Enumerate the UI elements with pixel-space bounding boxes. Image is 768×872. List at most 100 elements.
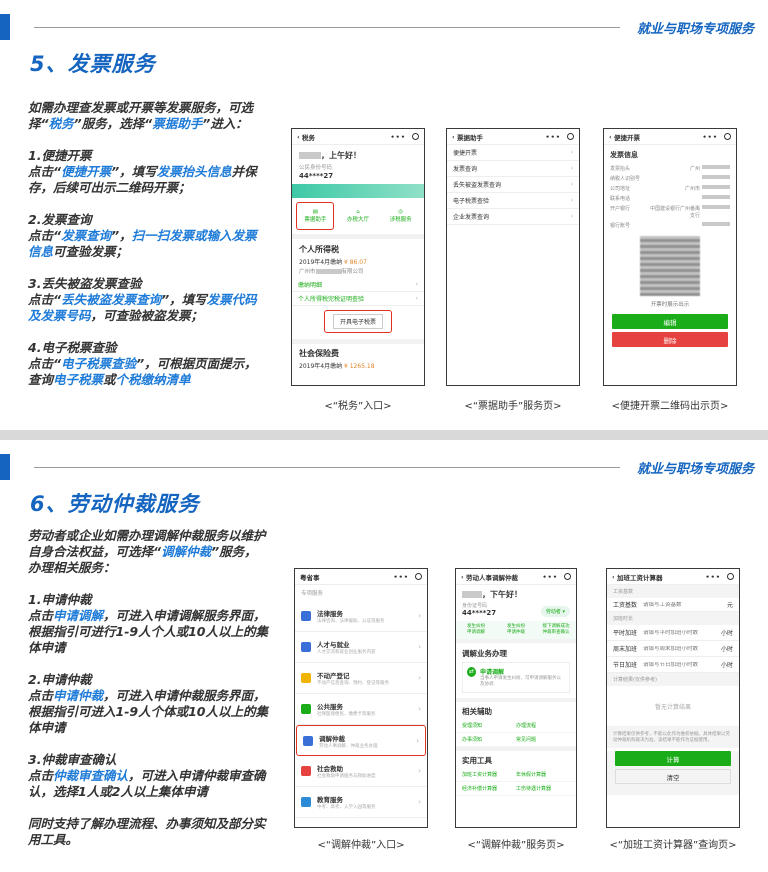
id-label: 公民身份号码 xyxy=(299,165,333,171)
close-icon[interactable] xyxy=(415,573,422,580)
menu-list: 便捷开票 › 发票查询 › 丢失被盗发票查询 › 电子税票查验 › 企业发票查询 › xyxy=(447,145,579,225)
phone-title: 税务 xyxy=(301,133,315,142)
header-line xyxy=(34,467,620,468)
menu-item[interactable]: 便捷开票 › xyxy=(447,145,579,161)
menu-item[interactable]: 电子税票查验 › xyxy=(447,193,579,209)
tab-tax-hall[interactable]: ⌂ 办税大厅 xyxy=(339,202,377,230)
tab-arbitration-review[interactable]: 接下调解成功 仲裁审查确认 xyxy=(536,624,576,636)
close-icon[interactable] xyxy=(724,133,731,140)
link-item[interactable]: 常见问题 xyxy=(516,736,570,743)
more-icon[interactable]: ••• xyxy=(394,573,409,581)
highlight-text: 税务 xyxy=(48,116,74,131)
tab-apply-arbitration[interactable]: 发生纠纷 申请仲裁 xyxy=(496,624,536,636)
tab-tax-service[interactable]: ◎ 涉税服务 xyxy=(382,202,420,230)
highlight-text: 调解仲裁 xyxy=(161,544,212,559)
body-text: 或 xyxy=(103,372,116,387)
service-item[interactable]: 教育服务 中考、高考、入学入园等服务 › xyxy=(295,787,427,818)
close-icon[interactable] xyxy=(567,133,574,140)
apply-mediation-card[interactable]: ⇄ 申请调解 当事人申请发生纠纷，可申请调解服务以及协调 xyxy=(462,662,570,693)
link-item[interactable]: 办事须知 xyxy=(462,736,516,743)
link-item[interactable]: 年休假计算器 xyxy=(516,771,570,778)
result-text: 暂无计算结果 xyxy=(654,703,691,711)
issue-eticket-button[interactable]: 开具电子税票 xyxy=(323,310,392,333)
mediation-icon: ⇄ xyxy=(467,667,476,677)
body-text: 点击“ xyxy=(28,164,62,179)
more-icon[interactable]: ••• xyxy=(546,133,561,141)
phone-topbar: ‹ 加班工资计算器 ••• xyxy=(607,569,739,585)
role-tag[interactable]: 劳动者 ▾ xyxy=(540,606,570,617)
edit-button[interactable]: 编辑 xyxy=(612,314,728,329)
link-item[interactable]: 加班工资计算器 xyxy=(462,771,516,778)
caption-2: <“调解仲裁”服务页> xyxy=(467,840,565,851)
service-item[interactable]: 法律服务 法律咨询、法律援助、公证等服务 › xyxy=(295,601,427,632)
link-item[interactable]: 受理须知 xyxy=(462,722,516,729)
tab-invoice-helper[interactable]: ▤ 票据助手 xyxy=(296,202,335,230)
menu-item[interactable]: 丢失被盗发票查询 › xyxy=(447,177,579,193)
menu-item[interactable]: 发票查询 › xyxy=(447,161,579,177)
chevron-right-icon: › xyxy=(418,798,421,806)
service-item[interactable]: 公共服务 社保医保便民、缴费卡等服务 › xyxy=(295,694,427,725)
delete-button[interactable]: 删除 xyxy=(612,332,728,347)
service-item[interactable]: 不动产登记 不动产信息查询、预约、登记等服务 › xyxy=(295,663,427,694)
hours-input[interactable] xyxy=(643,661,703,668)
section-title: 6、劳动仲裁服务 xyxy=(30,492,200,516)
link-item[interactable]: 办理流程 xyxy=(516,722,570,729)
hours-input[interactable] xyxy=(643,645,703,652)
more-icon[interactable]: ••• xyxy=(391,133,406,141)
hours-input[interactable] xyxy=(643,629,703,636)
banner xyxy=(292,184,424,198)
more-icon[interactable]: ••• xyxy=(543,573,558,581)
service-icon xyxy=(301,673,311,683)
base-salary-input[interactable] xyxy=(643,601,713,608)
tab-apply-mediation[interactable]: 发生纠纷 申请调解 xyxy=(456,624,496,636)
body-text: 点击“ xyxy=(28,356,62,371)
step-paragraph: 2.申请仲裁 点击申请仲裁，可进入申请仲裁服务界面，根据指引可进入1-9人个体或1… xyxy=(28,672,268,736)
more-icon[interactable]: ••• xyxy=(706,573,721,581)
close-icon[interactable] xyxy=(412,133,419,140)
close-icon[interactable] xyxy=(564,573,571,580)
company: 广州市 有限公司 xyxy=(299,269,364,275)
invoice-fields: 发票抬头 广州 纳税人识别号 公司地址 广州市 联系电话 开户银行 中国建设银行广州番禺支行银… xyxy=(604,163,736,230)
header-tag: 就业与职场专项服务 xyxy=(636,22,754,37)
tab-row: 发生纠纷 申请调解 发生纠纷 申请仲裁 接下调解成功 仲裁审查确认 xyxy=(456,621,576,643)
close-icon[interactable] xyxy=(727,573,734,580)
step-paragraph: 4.电子税票查验 点击“电子税票查验”，可根据页面提示，查询电子税票或个税缴纳清单 xyxy=(28,340,268,388)
disclaimer: 计算结果仅供参考，不能以此作为维权依据。具体结果以劳动仲裁机构裁决为准，该结果不… xyxy=(607,726,739,748)
calculate-button[interactable]: 计算 xyxy=(615,751,731,766)
overtime-row: 平时加班小时 xyxy=(607,625,739,641)
step-heading: 1.申请仲裁 xyxy=(28,592,92,607)
body-text: ”，填写 xyxy=(161,292,207,307)
link-item[interactable]: 经济补偿计算器 xyxy=(462,785,516,792)
highlight-text: 电子税票查验 xyxy=(61,356,137,371)
service-item[interactable]: 人才与就业 人才交流和就业创业服务内容 › xyxy=(295,632,427,663)
section-heading-2: 社会保险费 xyxy=(299,349,339,358)
link-detail[interactable]: 缴纳明细 › xyxy=(292,278,424,292)
body-text: ，可查验被盗发票； xyxy=(90,308,204,323)
service-item[interactable]: 调解仲裁 劳动人事调解、仲裁业务办理 › xyxy=(296,725,426,756)
clear-button[interactable]: 清空 xyxy=(615,769,731,784)
link-verify[interactable]: 个人所得税完税证明查验 › xyxy=(292,292,424,306)
highlight-text: 便捷开票 xyxy=(61,164,112,179)
overtime-rows: 平时加班小时周末加班小时节日加班小时 xyxy=(607,625,739,673)
phone-topbar: ‹ 劳动人事调解仲裁 ••• xyxy=(456,569,576,585)
body-text: 可查验发票； xyxy=(53,244,129,259)
chevron-right-icon: › xyxy=(570,197,573,204)
phone-invoice-helper: ‹ 票据助手 ••• 便捷开票 › 发票查询 › 丢失被盗发票查询 › 电子税票查验 › 企业发… xyxy=(446,128,580,386)
link-row: 受理须知 办理流程 xyxy=(456,719,576,733)
chevron-right-icon: › xyxy=(418,705,421,713)
body-text: ”，填写 xyxy=(111,164,157,179)
link-item[interactable]: 工伤待遇计算器 xyxy=(516,785,570,792)
menu-item[interactable]: 企业发票查询 › xyxy=(447,209,579,225)
service-item[interactable]: 社会救助 社会救助申请服务与救助进度 › xyxy=(295,756,427,787)
service-icon xyxy=(301,704,311,714)
sub-heading: 专项服务 xyxy=(301,591,324,597)
menu-item-label: 发票查询 xyxy=(453,166,478,173)
phone-quick-invoice: ‹ 便捷开票 ••• 发票信息 发票抬头 广州 纳税人识别号 公司地址 广州市 联系电话开… xyxy=(603,128,737,386)
step-heading: 2.申请仲裁 xyxy=(28,672,92,687)
phone-tax-entry: ‹ 税务 ••• ，上午好！ 公民身份号码 44****27 ▤ 票据助手 ⌂ 办税… xyxy=(291,128,425,386)
service-icon xyxy=(301,642,311,652)
more-icon[interactable]: ••• xyxy=(703,133,718,141)
step-paragraph: 3.仲裁审查确认 点击仲裁审查确认，可进入申请仲裁审查确认，选择1人或2人以上集体… xyxy=(28,752,268,800)
caption-2: <“票据助手”服务页> xyxy=(464,401,562,412)
service-icon xyxy=(301,797,311,807)
